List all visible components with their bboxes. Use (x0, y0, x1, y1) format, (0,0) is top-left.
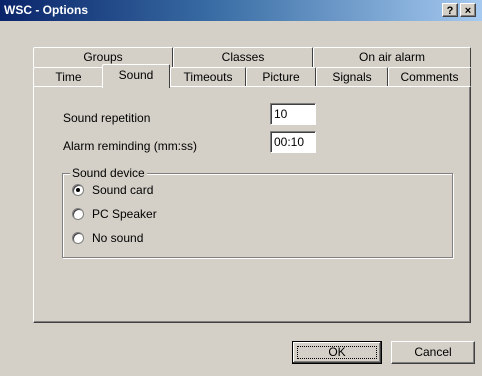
sound-repetition-label: Sound repetition (63, 111, 151, 125)
help-button[interactable]: ? (442, 3, 458, 17)
radio-button[interactable] (72, 232, 84, 244)
window-title: WSC - Options (4, 3, 88, 17)
sound-repetition-input[interactable] (270, 103, 316, 125)
tab-label: Sound (118, 68, 154, 82)
tab-label: Groups (83, 50, 123, 64)
focus-rectangle (297, 346, 377, 359)
tab-label: Timeouts (183, 70, 233, 84)
tab-signals[interactable]: Signals (316, 67, 388, 87)
radio-label: Sound card (92, 183, 154, 197)
close-button[interactable]: × (460, 3, 476, 17)
cancel-button[interactable]: Cancel (391, 341, 475, 364)
tab-label: Comments (400, 70, 459, 84)
cancel-label: Cancel (414, 345, 452, 359)
tab-sound[interactable]: Sound (102, 64, 170, 88)
tab-label: Signals (332, 70, 372, 84)
alarm-reminding-label: Alarm reminding (mm:ss) (63, 139, 198, 153)
tab-label: On air alarm (358, 50, 426, 64)
tab-comments[interactable]: Comments (388, 67, 471, 87)
tab-label: Time (55, 70, 82, 84)
tab-picture[interactable]: Picture (246, 67, 316, 87)
tab-on-air-alarm[interactable]: On air alarm (313, 47, 471, 67)
radio-button[interactable] (72, 208, 84, 220)
sound-device-label: Sound device (70, 166, 147, 180)
tab-label: Classes (221, 50, 265, 64)
tab-label: Picture (262, 70, 300, 84)
close-icon: × (464, 5, 472, 17)
tab-classes[interactable]: Classes (173, 47, 313, 67)
ok-button[interactable]: OK (292, 341, 382, 364)
alarm-reminding-input[interactable] (270, 131, 316, 153)
radio-button-checked[interactable] (72, 184, 84, 196)
radio-label: PC Speaker (92, 207, 157, 221)
tab-time[interactable]: Time (33, 67, 104, 87)
radio-label: No sound (92, 231, 144, 245)
tab-timeouts[interactable]: Timeouts (170, 67, 246, 87)
